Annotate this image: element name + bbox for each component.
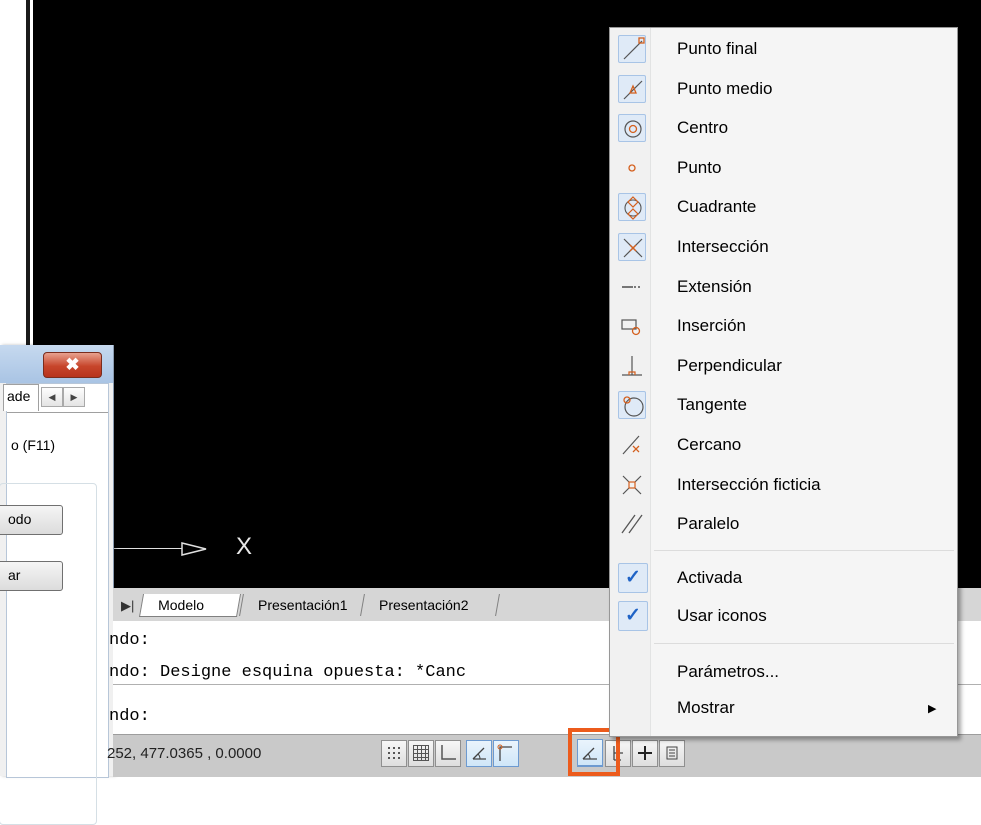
- snap-mode-icon: [388, 747, 400, 759]
- quick-properties-button[interactable]: [659, 740, 685, 767]
- coordinates-readout: 252, 477.0365 , 0.0000: [107, 745, 262, 762]
- menu-item-activada[interactable]: ✓ Activada: [610, 560, 957, 596]
- menu-item-parametros[interactable]: Parámetros...: [610, 654, 957, 690]
- menu-item-label: Parámetros...: [677, 662, 780, 681]
- menu-item-cuadrante[interactable]: Cuadrante: [610, 189, 957, 225]
- midpoint-snap-icon: [618, 74, 646, 103]
- parallel-snap-icon: [618, 510, 646, 538]
- menu-item-tangente[interactable]: Tangente: [610, 387, 957, 423]
- menu-item-label: Activada: [677, 568, 743, 587]
- menu-item-paralelo[interactable]: Paralelo: [610, 506, 957, 542]
- menu-item-label: Mostrar: [677, 698, 735, 717]
- menu-item-label: Cuadrante: [677, 197, 757, 217]
- tab-presentacion2[interactable]: Presentación2: [361, 594, 500, 616]
- quick-properties-icon: [666, 746, 678, 760]
- menu-item-centro[interactable]: Centro: [610, 110, 957, 146]
- menu-item-label: Usar iconos: [677, 606, 767, 625]
- center-snap-icon: [618, 114, 646, 143]
- command-history-line: ndo: Designe esquina opuesta: *Canc: [109, 663, 467, 682]
- tab-presentacion1-label: Presentación1: [258, 597, 348, 613]
- menu-item-intersección[interactable]: Intersección: [610, 229, 957, 265]
- dialog-titlebar[interactable]: ✖: [0, 345, 113, 383]
- endpoint-snap-icon: [618, 35, 646, 63]
- insertion-snap-icon: [618, 312, 646, 340]
- clear-all-label: ar: [8, 567, 21, 583]
- ortho-mode-button[interactable]: [435, 740, 461, 767]
- menu-item-label: Punto: [677, 157, 722, 177]
- check-icon: ✓: [618, 563, 648, 593]
- menu-item-label: Inserción: [677, 316, 746, 336]
- menu-item-label: Tangente: [677, 395, 747, 415]
- menu-separator: [654, 643, 954, 644]
- left-panel-strip: [0, 0, 33, 588]
- tab-presentacion1[interactable]: Presentación1: [239, 594, 365, 616]
- tab-scroll-buttons: ◀ ▶: [41, 387, 85, 407]
- menu-item-label: Intersección: [677, 237, 769, 256]
- command-input-line[interactable]: ndo:: [109, 707, 150, 726]
- apparent-intersection-snap-icon: [618, 471, 646, 499]
- tab-scroll-left-button[interactable]: ◀: [41, 387, 63, 407]
- dialog-body: ade ◀ ▶ o (F11) odo ar: [0, 383, 109, 825]
- menu-item-label: Intersección ficticia: [677, 474, 821, 494]
- ucs-x-label: X: [236, 533, 253, 560]
- menu-item-label: Paralelo: [677, 514, 740, 534]
- dialog-close-button[interactable]: ✖: [43, 352, 102, 378]
- grid-display-button[interactable]: [408, 740, 434, 767]
- menu-item-label: Cercano: [677, 435, 742, 454]
- ortho-icon: [441, 745, 456, 760]
- perpendicular-snap-icon: [618, 352, 646, 380]
- quadrant-snap-icon: [618, 193, 646, 222]
- tab-scroll-right-button[interactable]: ▶: [63, 387, 85, 407]
- menu-item-punto-medio[interactable]: Punto medio: [610, 71, 957, 107]
- dialog-tab-panel: o (F11) odo ar: [0, 412, 108, 825]
- dynamic-input-icon: [638, 746, 652, 760]
- tab-modelo[interactable]: Modelo: [138, 594, 242, 617]
- menu-item-usar-iconos[interactable]: ✓ Usar iconos: [610, 598, 957, 634]
- menu-item-label: Perpendicular: [677, 355, 782, 375]
- f11-option-label[interactable]: o (F11): [11, 437, 55, 453]
- snap-mode-button[interactable]: [381, 740, 407, 767]
- menu-item-inserción[interactable]: Inserción: [610, 308, 957, 344]
- ucs-x-arrow-icon: [181, 542, 207, 556]
- command-history-line: ndo:: [109, 631, 150, 650]
- menu-item-extensión[interactable]: Extensión: [610, 269, 957, 305]
- dynamic-input-button[interactable]: [632, 740, 658, 767]
- menu-item-intersección-ficticia[interactable]: Intersección ficticia: [610, 467, 957, 503]
- check-icon: ✓: [618, 601, 648, 631]
- menu-item-punto-final[interactable]: Punto final: [610, 31, 957, 67]
- object-snap-toggle-button[interactable]: [493, 740, 519, 767]
- submenu-arrow-icon: ▶: [928, 703, 937, 715]
- extension-snap-icon: [618, 273, 646, 301]
- nearest-snap-icon: [618, 431, 646, 459]
- dialog-tab-label: ade: [7, 388, 31, 404]
- select-all-button[interactable]: odo: [0, 505, 63, 535]
- menu-item-label: Centro: [677, 118, 729, 138]
- menu-item-label: Punto final: [677, 39, 758, 58]
- menu-separator: [654, 550, 954, 551]
- drafting-settings-dialog: ✖ ade ◀ ▶ o (F11) odo ar: [0, 345, 114, 825]
- object-snap-context-menu: Punto final Punto medio Centro Punto Cuadran…: [609, 27, 958, 737]
- menu-item-perpendicular[interactable]: Perpendicular: [610, 348, 957, 384]
- menu-item-label: Extensión: [677, 276, 752, 296]
- tab-presentacion2-label: Presentación2: [379, 597, 469, 613]
- clear-all-button[interactable]: ar: [0, 561, 63, 591]
- object-snap-icon: [497, 744, 512, 761]
- menu-item-punto[interactable]: Punto: [610, 150, 957, 186]
- ucs-x-axis-line: [110, 548, 182, 549]
- tangent-snap-icon: [618, 391, 646, 420]
- grid-icon: [413, 745, 429, 761]
- tab-nav-last-icon[interactable]: ▶|: [121, 598, 134, 614]
- polar-tracking-icon: [472, 747, 486, 760]
- select-all-label: odo: [8, 511, 32, 527]
- menu-item-label: Punto medio: [677, 78, 773, 98]
- status-bar: 252, 477.0365 , 0.0000: [107, 734, 981, 777]
- node-snap-icon: [618, 154, 646, 182]
- menu-item-cercano[interactable]: Cercano: [610, 427, 957, 463]
- intersection-snap-icon: [618, 233, 646, 261]
- tab-modelo-label: Modelo: [158, 597, 205, 613]
- polar-tracking-button[interactable]: [466, 740, 492, 767]
- menu-item-mostrar[interactable]: Mostrar ▶: [610, 690, 957, 726]
